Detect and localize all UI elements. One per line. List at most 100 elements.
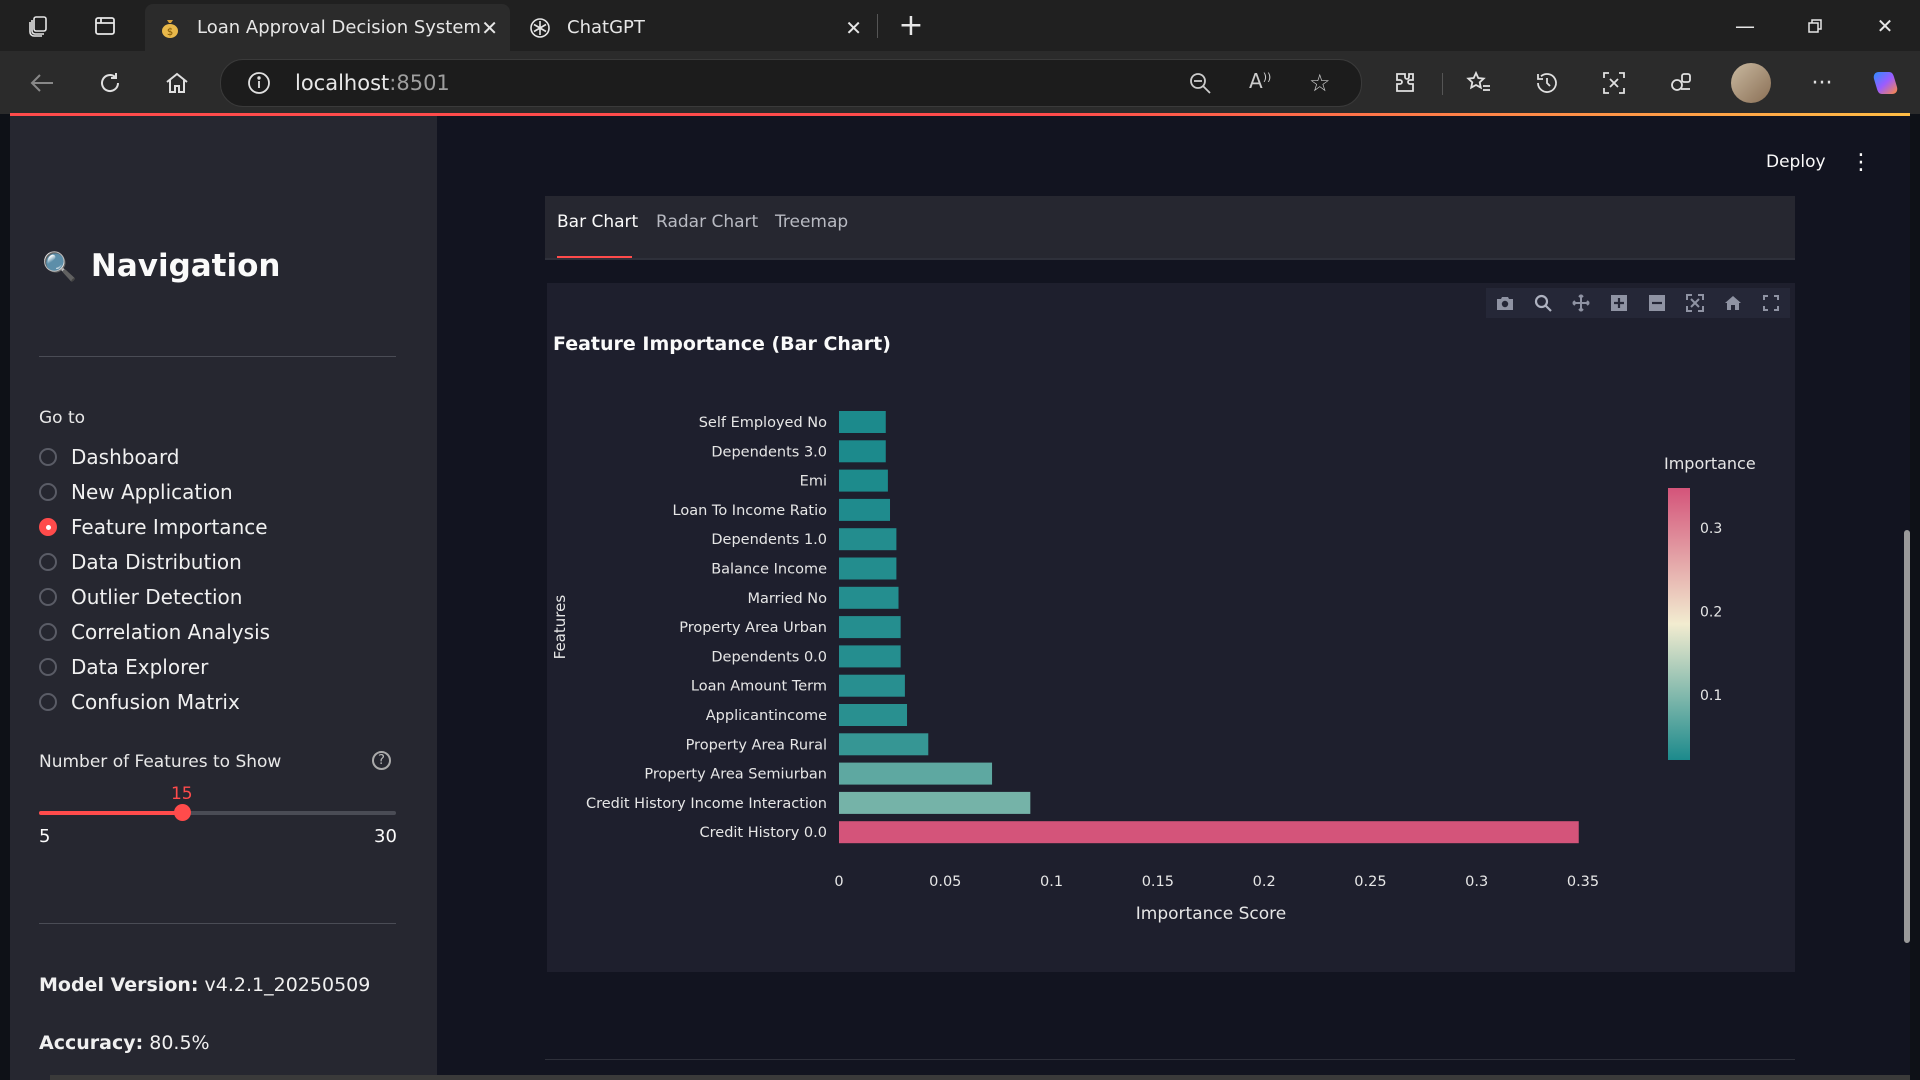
restore-icon[interactable] <box>1780 0 1850 51</box>
y-tick-label: Emi <box>800 474 827 490</box>
tab-radar-chart[interactable]: Radar Chart <box>656 212 758 232</box>
x-tick-label: 0.3 <box>1465 874 1488 890</box>
screenshot-icon[interactable] <box>1594 63 1634 103</box>
new-tab-icon[interactable]: + <box>886 0 936 51</box>
nav-radio-new-application[interactable]: New Application <box>39 477 233 507</box>
radio-button-selected[interactable] <box>39 518 57 536</box>
zoom-out-icon[interactable] <box>1188 71 1212 99</box>
workspaces-icon[interactable] <box>14 0 64 51</box>
nav-radio-data-distribution[interactable]: Data Distribution <box>39 547 242 577</box>
autoscale-icon[interactable] <box>1684 292 1706 314</box>
bar[interactable] <box>839 645 901 668</box>
profile-avatar[interactable] <box>1731 63 1771 103</box>
sidebar-title-text: Navigation <box>90 248 281 284</box>
bar[interactable] <box>839 733 929 756</box>
radio-button[interactable] <box>39 623 57 641</box>
url-text: localhost:8501 <box>295 71 450 95</box>
y-tick-label: Dependents 0.0 <box>711 649 827 665</box>
collections-icon[interactable] <box>1661 63 1701 103</box>
features-slider-label: Number of Features to Show <box>39 752 282 772</box>
browser-tab-active[interactable]: $ Loan Approval Decision System ✕ <box>145 4 510 51</box>
radio-button[interactable] <box>39 693 57 711</box>
favorite-star-icon[interactable]: ☆ <box>1309 69 1331 97</box>
pan-icon[interactable] <box>1570 292 1592 314</box>
radio-button[interactable] <box>39 448 57 466</box>
sidebar-divider <box>39 923 396 924</box>
help-icon[interactable]: ? <box>372 751 391 770</box>
copilot-icon[interactable] <box>1866 63 1906 103</box>
bar[interactable] <box>839 469 888 492</box>
main-menu-icon[interactable]: ⋮ <box>1850 150 1872 176</box>
zoom-icon[interactable] <box>1532 292 1554 314</box>
tab-bar-chart[interactable]: Bar Chart <box>557 212 638 232</box>
home-icon[interactable] <box>157 63 197 103</box>
browser-tab-chatgpt[interactable]: ChatGPT ✕ <box>515 4 880 51</box>
y-tick-label: Self Employed No <box>699 415 827 431</box>
tab-actions-icon[interactable] <box>80 0 130 51</box>
bar[interactable] <box>839 586 899 609</box>
minimize-icon[interactable]: — <box>1710 0 1780 51</box>
zoom-out-icon[interactable] <box>1646 292 1668 314</box>
reset-axes-home-icon[interactable] <box>1722 292 1744 314</box>
nav-radio-dashboard[interactable]: Dashboard <box>39 442 180 472</box>
y-tick-label: Property Area Semiurban <box>644 767 827 783</box>
toolbar-separator <box>1442 73 1443 95</box>
vertical-scrollbar[interactable] <box>1904 530 1910 943</box>
radio-button[interactable] <box>39 483 57 501</box>
favorites-icon[interactable] <box>1459 63 1499 103</box>
extensions-icon[interactable] <box>1385 63 1425 103</box>
back-icon[interactable] <box>22 63 62 103</box>
nav-radio-data-explorer[interactable]: Data Explorer <box>39 652 208 682</box>
nav-radio-feature-importance[interactable]: Feature Importance <box>39 512 268 542</box>
colorbar-tick-label: 0.1 <box>1700 688 1722 704</box>
nav-radio-confusion-matrix[interactable]: Confusion Matrix <box>39 687 240 717</box>
radio-button[interactable] <box>39 658 57 676</box>
zoom-in-icon[interactable] <box>1608 292 1630 314</box>
bar[interactable] <box>839 557 897 580</box>
bar[interactable] <box>839 704 908 726</box>
bar[interactable] <box>839 528 897 551</box>
bar[interactable] <box>839 440 886 463</box>
camera-icon[interactable] <box>1494 292 1516 314</box>
bar[interactable] <box>839 616 901 639</box>
tab-treemap[interactable]: Treemap <box>775 212 848 232</box>
more-options-icon[interactable]: ··· <box>1802 63 1842 103</box>
radio-button[interactable] <box>39 588 57 606</box>
nav-radio-outlier-detection[interactable]: Outlier Detection <box>39 582 242 612</box>
site-info-icon[interactable] <box>247 71 271 99</box>
x-tick-labels: 0 0.05 0.1 0.15 0.2 0.25 0.3 0.35 <box>834 874 1599 890</box>
y-tick-label: Loan Amount Term <box>691 679 827 695</box>
bar[interactable] <box>839 498 891 521</box>
colorbar-gradient <box>1668 488 1690 760</box>
deploy-button[interactable]: Deploy <box>1766 152 1826 172</box>
goto-label: Go to <box>39 408 86 428</box>
bar[interactable] <box>839 411 886 433</box>
colorbar-tick-label: 0.2 <box>1700 604 1722 620</box>
radio-button[interactable] <box>39 553 57 571</box>
bar[interactable] <box>839 791 1031 814</box>
bar[interactable] <box>839 762 993 785</box>
bar[interactable] <box>839 674 905 697</box>
y-tick-label: Loan To Income Ratio <box>673 503 828 519</box>
address-bar[interactable]: localhost:8501 A)) ☆ <box>220 59 1362 107</box>
bars-group <box>839 411 1579 844</box>
nav-item-label: Data Explorer <box>71 655 209 679</box>
close-tab-icon[interactable]: ✕ <box>845 16 862 40</box>
y-tick-label: Balance Income <box>711 562 827 578</box>
nav-item-label: Correlation Analysis <box>71 620 271 644</box>
magnifier-icon: 🔍 <box>42 249 77 283</box>
y-tick-label: Property Area Rural <box>686 737 827 753</box>
read-aloud-icon[interactable]: A)) <box>1249 69 1271 93</box>
y-tick-label: Dependents 1.0 <box>711 532 827 548</box>
bar[interactable] <box>839 821 1579 844</box>
history-icon[interactable] <box>1527 63 1567 103</box>
features-slider[interactable] <box>39 804 396 821</box>
close-tab-icon[interactable]: ✕ <box>481 16 498 40</box>
y-tick-label: Credit History Income Interaction <box>586 796 827 812</box>
nav-radio-correlation-analysis[interactable]: Correlation Analysis <box>39 617 270 647</box>
close-window-icon[interactable]: ✕ <box>1850 0 1920 51</box>
slider-thumb[interactable] <box>173 804 191 821</box>
horizontal-scrollbar[interactable] <box>50 1075 1910 1080</box>
reload-icon[interactable] <box>90 63 130 103</box>
fullscreen-icon[interactable] <box>1760 292 1782 314</box>
